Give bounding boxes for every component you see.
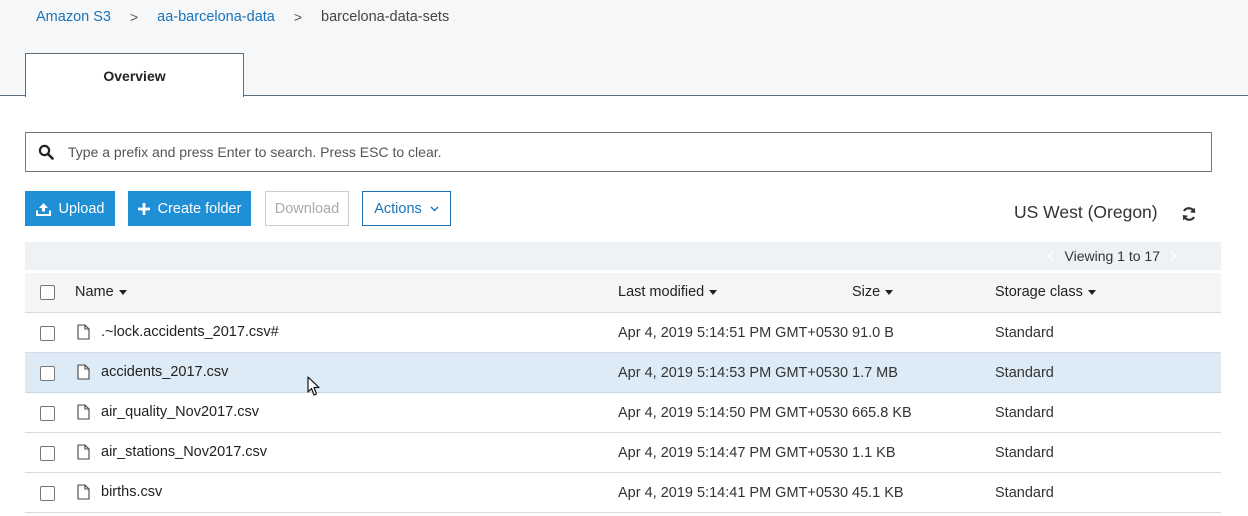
size-cell: 1.1 KB — [852, 445, 896, 461]
row-checkbox[interactable] — [40, 446, 55, 461]
download-button-label: Download — [274, 200, 340, 217]
pagination-label: Viewing 1 to 17 — [1064, 248, 1160, 264]
file-name-link[interactable]: .~lock.accidents_2017.csv# — [101, 324, 279, 340]
file-name-link[interactable]: accidents_2017.csv — [101, 364, 228, 380]
tab-overview[interactable]: Overview — [25, 53, 244, 97]
column-header-size[interactable]: Size — [852, 284, 894, 300]
column-header-storage-class[interactable]: Storage class — [995, 284, 1096, 300]
chevron-right-icon[interactable] — [1170, 251, 1176, 261]
last-modified-cell: Apr 4, 2019 5:14:53 PM GMT+0530 — [618, 365, 849, 381]
storage-class-cell: Standard — [995, 445, 1054, 461]
table-row[interactable]: accidents_2017.csv Apr 4, 2019 5:14:53 P… — [25, 353, 1221, 393]
table-row[interactable]: births.csv Apr 4, 2019 5:14:41 PM GMT+05… — [25, 473, 1221, 513]
size-cell: 91.0 B — [852, 325, 894, 341]
breadcrumb-separator: > — [293, 9, 303, 25]
breadcrumb-bucket[interactable]: aa-barcelona-data — [157, 9, 275, 25]
upload-icon — [35, 202, 51, 216]
row-checkbox[interactable] — [40, 326, 55, 341]
last-modified-cell: Apr 4, 2019 5:14:47 PM GMT+0530 — [618, 445, 849, 461]
refresh-icon[interactable] — [1181, 206, 1197, 222]
search-box — [25, 132, 1212, 172]
row-checkbox[interactable] — [40, 406, 55, 421]
table-row[interactable]: air_quality_Nov2017.csv Apr 4, 2019 5:14… — [25, 393, 1221, 433]
file-icon — [77, 444, 90, 460]
column-header-last-modified[interactable]: Last modified — [618, 284, 718, 300]
table-header: Name Last modified Size Storage class — [25, 273, 1221, 313]
header-band: Amazon S3 > aa-barcelona-data > barcelon… — [0, 0, 1248, 97]
storage-class-cell: Standard — [995, 485, 1054, 501]
size-cell: 1.7 MB — [852, 365, 898, 381]
row-checkbox[interactable] — [40, 366, 55, 381]
download-button[interactable]: Download — [265, 191, 349, 226]
actions-dropdown[interactable]: Actions — [362, 191, 451, 226]
mouse-cursor — [307, 376, 320, 396]
breadcrumb-current-folder: barcelona-data-sets — [321, 9, 450, 25]
search-input[interactable] — [68, 144, 1211, 160]
last-modified-cell: Apr 4, 2019 5:14:51 PM GMT+0530 — [618, 325, 849, 341]
storage-class-cell: Standard — [995, 365, 1054, 381]
upload-button[interactable]: Upload — [25, 191, 115, 226]
chevron-left-icon[interactable] — [1048, 251, 1054, 261]
create-folder-button[interactable]: Create folder — [128, 191, 251, 226]
select-all-checkbox[interactable] — [40, 285, 55, 300]
last-modified-cell: Apr 4, 2019 5:14:41 PM GMT+0530 — [618, 485, 849, 501]
file-icon — [77, 484, 90, 500]
last-modified-cell: Apr 4, 2019 5:14:50 PM GMT+0530 — [618, 405, 849, 421]
plus-icon — [137, 202, 150, 215]
pagination-bar: Viewing 1 to 17 — [25, 242, 1221, 270]
actions-dropdown-label: Actions — [374, 200, 422, 217]
upload-button-label: Upload — [58, 200, 105, 217]
search-icon — [38, 144, 54, 160]
sort-caret-icon — [709, 289, 718, 295]
breadcrumb-separator: > — [129, 9, 139, 25]
chevron-down-icon — [430, 206, 439, 211]
breadcrumb-amazon-s3[interactable]: Amazon S3 — [36, 9, 111, 25]
size-cell: 45.1 KB — [852, 485, 904, 501]
file-name-link[interactable]: air_stations_Nov2017.csv — [101, 444, 267, 460]
sort-caret-icon — [118, 289, 127, 295]
size-cell: 665.8 KB — [852, 405, 912, 421]
sort-caret-icon — [1087, 289, 1096, 295]
row-checkbox[interactable] — [40, 486, 55, 501]
create-folder-button-label: Create folder — [157, 200, 242, 217]
column-header-name[interactable]: Name — [75, 284, 127, 300]
table-row[interactable]: .~lock.accidents_2017.csv# Apr 4, 2019 5… — [25, 313, 1221, 353]
column-header-label: Name — [75, 284, 114, 300]
file-icon — [77, 364, 90, 380]
sort-caret-icon — [885, 289, 894, 295]
column-header-label: Size — [852, 284, 881, 300]
column-header-label: Last modified — [618, 284, 705, 300]
file-icon — [77, 404, 90, 420]
storage-class-cell: Standard — [995, 325, 1054, 341]
file-icon — [77, 324, 90, 340]
breadcrumb: Amazon S3 > aa-barcelona-data > barcelon… — [36, 8, 449, 26]
storage-class-cell: Standard — [995, 405, 1054, 421]
file-name-link[interactable]: births.csv — [101, 484, 162, 500]
column-header-label: Storage class — [995, 284, 1083, 300]
file-name-link[interactable]: air_quality_Nov2017.csv — [101, 404, 259, 420]
table-row[interactable]: air_stations_Nov2017.csv Apr 4, 2019 5:1… — [25, 433, 1221, 473]
region-label: US West (Oregon) — [1014, 202, 1158, 222]
